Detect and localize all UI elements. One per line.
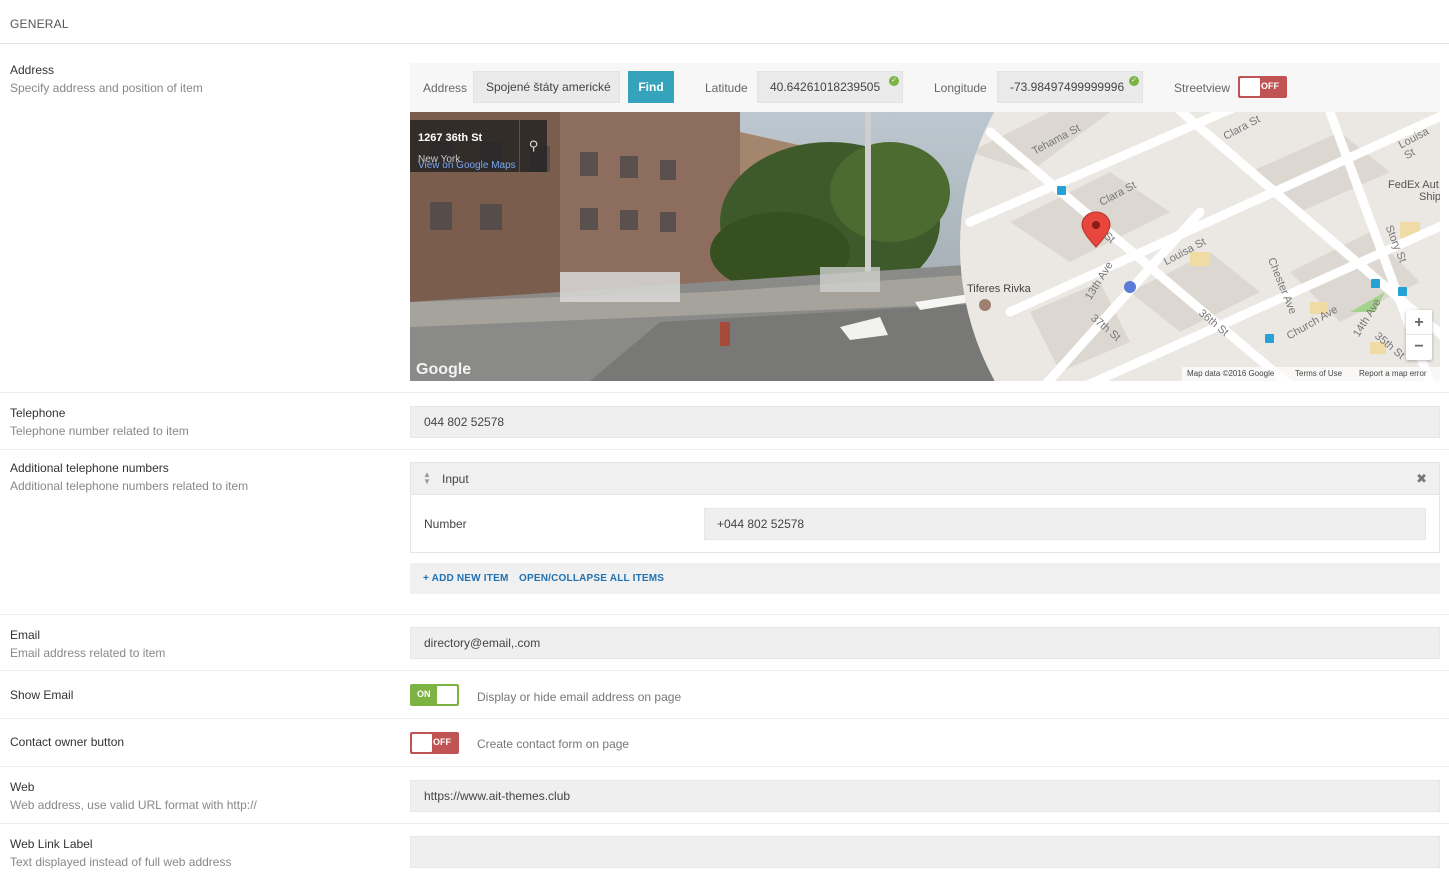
additional-telephones-title: Additional telephone numbers (10, 461, 169, 475)
web-link-label-input[interactable] (410, 836, 1440, 868)
number-input[interactable]: +044 802 52578 (704, 508, 1426, 540)
streetview-toggle-state: OFF (1261, 81, 1279, 91)
web-link-label-title: Web Link Label (10, 837, 93, 851)
show-email-desc: Display or hide email address on page (477, 690, 682, 704)
latitude-label: Latitude (705, 81, 748, 95)
web-input[interactable]: https://www.ait-themes.club (410, 780, 1440, 812)
streetview-info-box: 1267 36th St New York View on Google Map… (410, 120, 547, 172)
google-logo: Google (416, 361, 472, 378)
web-desc: Web address, use valid URL format with h… (10, 798, 257, 812)
map-data-credit: Map data ©2016 Google (1187, 369, 1275, 378)
additional-telephones-desc: Additional telephone numbers related to … (10, 479, 249, 493)
latitude-input[interactable]: 40.64261018239505 (757, 71, 903, 103)
repeater-item: ▲ ▼ Input ✖ Number +044 802 52578 (410, 462, 1440, 553)
view-on-google-maps-link[interactable]: View on Google Maps (418, 160, 516, 171)
contact-owner-desc: Create contact form on page (477, 737, 630, 751)
address-input[interactable]: Spojené štáty americké (473, 71, 620, 103)
zoom-in-button[interactable]: + (1406, 310, 1432, 335)
map-view (960, 112, 1440, 381)
add-new-item-link[interactable]: + ADD NEW ITEM (423, 573, 509, 584)
longitude-label: Longitude (934, 81, 987, 95)
streetview-address: 1267 36th St (418, 132, 483, 144)
show-email-title: Show Email (10, 688, 74, 702)
longitude-input[interactable]: -73.98497499999996 (997, 71, 1143, 103)
map-attribution: Map data ©2016 Google Terms of Use Repor… (1182, 367, 1440, 381)
telephone-title: Telephone (10, 406, 66, 420)
streetview-label: Streetview (1174, 81, 1231, 95)
show-email-toggle[interactable]: ON (410, 684, 459, 706)
terms-of-use-link[interactable]: Terms of Use (1295, 367, 1342, 381)
section-header: GENERAL (0, 0, 1449, 44)
report-map-error-link[interactable]: Report a map error (1359, 367, 1427, 381)
email-desc: Email address related to item (10, 646, 166, 660)
map-poi-label: Ship (1419, 191, 1440, 203)
number-label: Number (424, 517, 467, 531)
map-panel[interactable]: 1267 36th St New York View on Google Map… (410, 112, 1440, 381)
zoom-control: + − (1406, 310, 1432, 360)
latitude-valid-icon: ✓ (889, 76, 899, 86)
repeater-item-title: Input (442, 472, 469, 486)
telephone-input[interactable]: 044 802 52578 (410, 406, 1440, 438)
contact-owner-title: Contact owner button (10, 735, 125, 749)
address-field-label: Address (423, 81, 468, 95)
web-link-label-desc: Text displayed instead of full web addre… (10, 855, 232, 869)
contact-owner-toggle[interactable]: OFF (410, 732, 459, 754)
map-pin-icon[interactable]: ⚲ (519, 120, 547, 172)
email-title: Email (10, 628, 41, 642)
zoom-out-button[interactable]: − (1406, 335, 1432, 360)
repeater-item-header[interactable]: ▲ ▼ Input ✖ (411, 463, 1439, 495)
section-title: GENERAL (10, 17, 69, 31)
sort-arrows-icon[interactable]: ▲ ▼ (423, 471, 431, 486)
address-toolbar: Address Spojené štáty americké Find Lati… (410, 63, 1440, 112)
open-collapse-all-link[interactable]: OPEN/COLLAPSE ALL ITEMS (519, 573, 664, 584)
streetview-toggle[interactable]: OFF (1238, 76, 1287, 98)
telephone-desc: Telephone number related to item (10, 424, 189, 438)
longitude-valid-icon: ✓ (1129, 76, 1139, 86)
find-button[interactable]: Find (628, 71, 674, 103)
map-place-label: Tiferes Rivka (967, 283, 1031, 295)
remove-item-icon[interactable]: ✖ (1416, 471, 1427, 487)
show-email-row: Show Email (0, 671, 1449, 719)
toggle-knob (412, 734, 432, 752)
repeater-footer: + ADD NEW ITEM OPEN/COLLAPSE ALL ITEMS (410, 563, 1440, 594)
address-desc: Specify address and position of item (10, 81, 203, 95)
contact-owner-toggle-state: OFF (433, 737, 451, 747)
toggle-knob (437, 686, 457, 704)
show-email-toggle-state: ON (417, 689, 431, 699)
address-title: Address (10, 63, 55, 77)
toggle-knob (1240, 78, 1260, 96)
map-poi-label: FedEx Aut (1388, 179, 1439, 191)
email-input[interactable]: directory@email,.com (410, 627, 1440, 659)
contact-owner-row: Contact owner button (0, 719, 1449, 767)
web-title: Web (10, 780, 35, 794)
